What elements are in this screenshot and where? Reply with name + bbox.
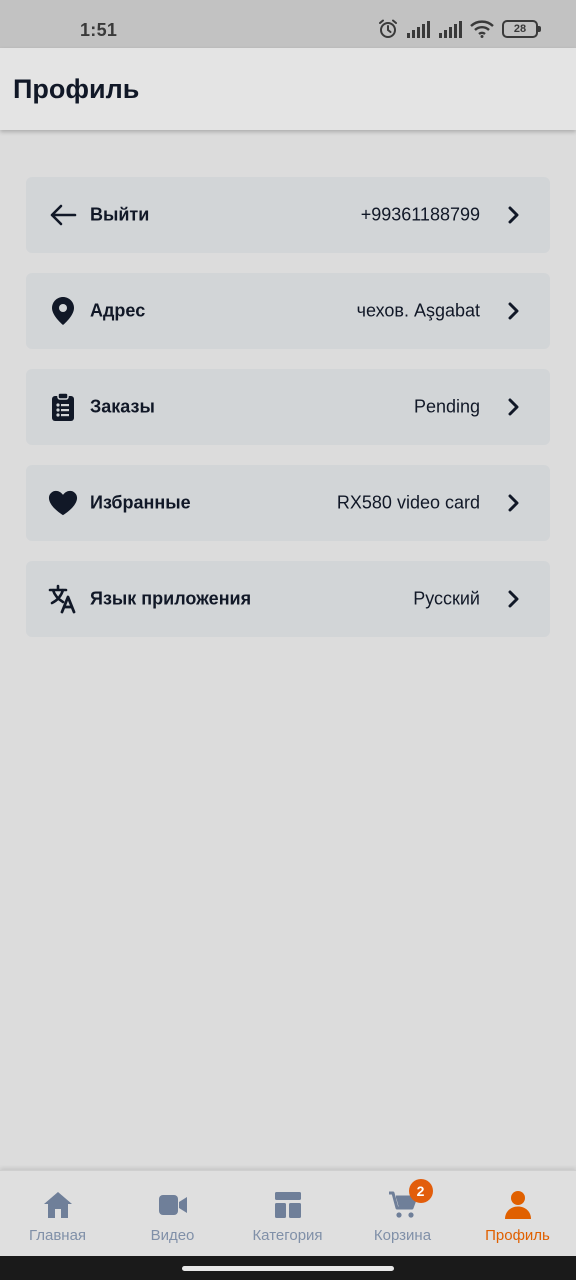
nav-item-label: Главная — [28, 1227, 87, 1244]
nav-item-label: Видео — [150, 1227, 195, 1244]
profile-icon — [502, 1189, 534, 1221]
category-icon — [272, 1189, 304, 1221]
status-icons: 28 — [378, 19, 541, 39]
home-gesture-bar[interactable] — [182, 1266, 394, 1271]
menu-item-label: Избранные — [90, 492, 191, 513]
menu-item-label: Адрес — [90, 300, 146, 321]
chevron-right-icon — [506, 397, 522, 417]
signal-icon — [406, 20, 430, 38]
menu-item-label: Выйти — [90, 204, 150, 225]
video-icon — [157, 1189, 189, 1221]
menu-item-value: Pending — [413, 396, 480, 417]
profile-menu: Выйти +99361188799 Адрес чехов. Aşgabat … — [26, 177, 550, 657]
menu-item-favorites[interactable]: Избранные RX580 video card — [26, 465, 550, 541]
chevron-right-icon — [506, 589, 522, 609]
nav-item-category[interactable]: Категория — [230, 1171, 345, 1257]
bottom-navigation: Главная Видео Категория 2 Корзина Профил… — [0, 1170, 576, 1256]
menu-item-value: чехов. Aşgabat — [356, 300, 480, 321]
nav-item-label: Профиль — [485, 1227, 550, 1244]
wifi-icon — [470, 20, 494, 38]
location-pin-icon — [48, 296, 78, 326]
nav-item-video[interactable]: Видео — [115, 1171, 230, 1257]
chevron-right-icon — [506, 301, 522, 321]
menu-item-label: Заказы — [90, 396, 155, 417]
app-bar: Профиль — [0, 48, 576, 130]
home-icon — [42, 1189, 74, 1221]
menu-item-label: Язык приложения — [90, 588, 252, 609]
nav-item-profile[interactable]: Профиль — [460, 1171, 575, 1257]
nav-item-label: Корзина — [373, 1227, 432, 1244]
menu-item-value: RX580 video card — [336, 492, 480, 513]
signal-icon — [438, 20, 462, 38]
chevron-right-icon — [506, 493, 522, 513]
heart-icon — [48, 488, 78, 518]
menu-item-orders[interactable]: Заказы Pending — [26, 369, 550, 445]
nav-item-home[interactable]: Главная — [0, 1171, 115, 1257]
menu-item-value: Русский — [413, 588, 480, 609]
system-gesture-area — [0, 1256, 576, 1280]
page-title: Профиль — [13, 74, 140, 104]
alarm-icon — [378, 19, 398, 39]
status-bar: 1:51 28 — [0, 0, 576, 48]
nav-item-cart[interactable]: 2 Корзина — [345, 1171, 460, 1257]
nav-item-label: Категория — [252, 1227, 323, 1244]
cart-badge: 2 — [408, 1179, 433, 1203]
menu-item-address[interactable]: Адрес чехов. Aşgabat — [26, 273, 550, 349]
cart-icon: 2 — [387, 1179, 433, 1221]
translate-icon — [48, 584, 78, 614]
battery-icon: 28 — [502, 20, 541, 38]
status-time: 1:51 — [80, 20, 118, 40]
chevron-right-icon — [506, 205, 522, 225]
menu-item-logout[interactable]: Выйти +99361188799 — [26, 177, 550, 253]
menu-item-language[interactable]: Язык приложения Русский — [26, 561, 550, 637]
clipboard-list-icon — [48, 392, 78, 422]
arrow-left-icon — [48, 200, 78, 230]
menu-item-value: +99361188799 — [360, 204, 480, 225]
